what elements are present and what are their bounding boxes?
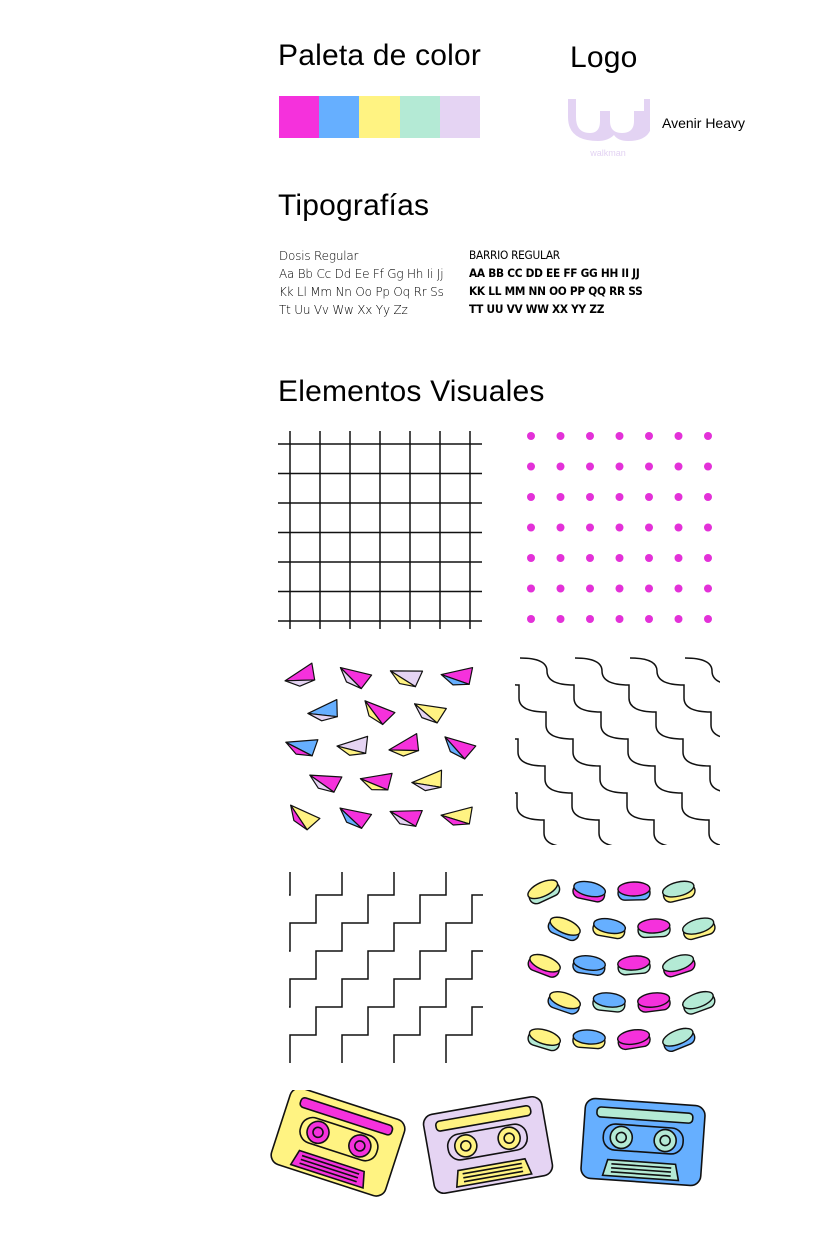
cassettes bbox=[270, 1090, 706, 1197]
walkman-logo: walkman bbox=[568, 99, 650, 158]
font-name: Barrio Regular bbox=[469, 248, 560, 262]
logo-wordmark: walkman bbox=[589, 148, 626, 158]
swatch-yellow bbox=[359, 96, 400, 138]
font-line: KK LL MM NN OO PP QQ RR SS bbox=[469, 284, 643, 298]
visual-elements-title: Elementos Visuales bbox=[278, 375, 545, 408]
wave-pattern bbox=[515, 657, 720, 845]
swatch-magenta bbox=[279, 96, 320, 138]
swatch-blue bbox=[319, 96, 360, 138]
font-line: TT UU VV WW XX YY ZZ bbox=[469, 302, 605, 316]
dot-pattern bbox=[527, 432, 712, 623]
logo-title: Logo bbox=[570, 41, 638, 74]
logo-font-name: Avenir Heavy bbox=[662, 115, 746, 131]
triangle-pattern bbox=[284, 662, 477, 831]
font-line: Aa Bb Cc Dd Ee Ff Gg Hh Ii Jj bbox=[279, 267, 444, 281]
swatch-lavender bbox=[439, 96, 481, 138]
font-sample-barrio: Barrio Regular AA BB CC DD EE FF GG HH I… bbox=[469, 246, 643, 318]
font-sample-dosis: Dosis Regular Aa Bb Cc Dd Ee Ff Gg Hh Ii… bbox=[279, 247, 444, 319]
font-line: Kk Ll Mm Nn Oo Pp Oq Rr Ss bbox=[279, 285, 444, 299]
font-line: AA BB CC DD EE FF GG HH II JJ bbox=[469, 266, 640, 280]
typography-title: Tipografías bbox=[278, 189, 430, 222]
font-name: Dosis Regular bbox=[279, 249, 359, 263]
font-line: Tt Uu Vv Ww Xx Yy Zz bbox=[279, 303, 408, 317]
pill-pattern bbox=[527, 879, 716, 1052]
stair-pattern bbox=[289, 872, 483, 1063]
palette-title: Paleta de color bbox=[278, 39, 482, 72]
color-palette bbox=[279, 96, 481, 138]
grid-pattern bbox=[278, 431, 482, 629]
swatch-mint bbox=[399, 96, 440, 138]
